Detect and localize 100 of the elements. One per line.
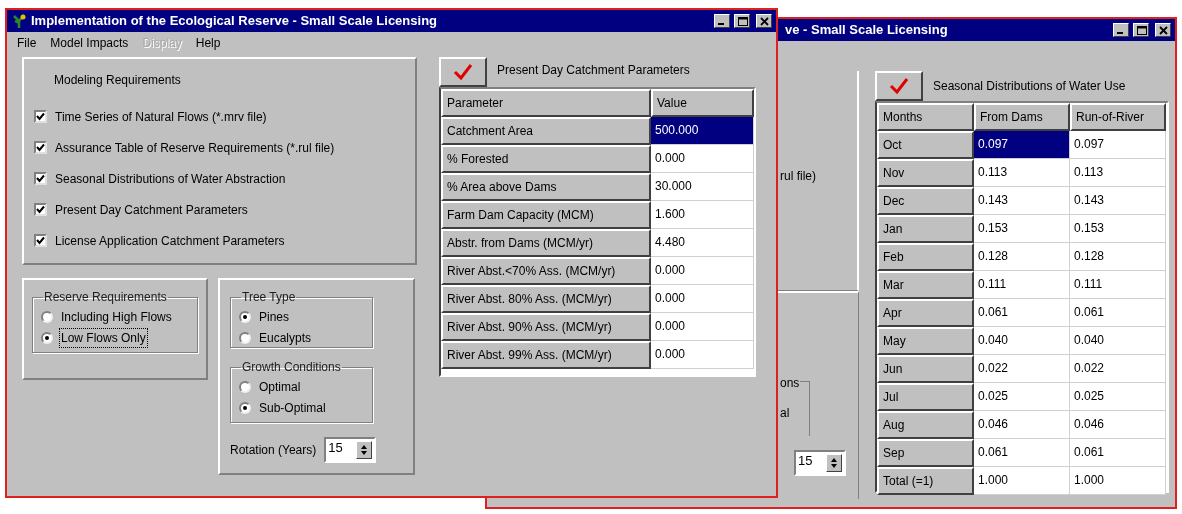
row-header: Total (=1): [877, 467, 974, 495]
group-title: Reserve Requirements: [43, 289, 168, 306]
row-header: Farm Dam Capacity (MCM): [441, 201, 651, 229]
check-button[interactable]: [875, 71, 923, 101]
row-header: River Abst. 80% Ass. (MCM/yr): [441, 285, 651, 313]
checkbox[interactable]: [34, 141, 47, 154]
table-cell[interactable]: 0.153: [974, 215, 1070, 243]
table-cell[interactable]: 0.046: [1070, 411, 1166, 439]
checkbox[interactable]: [34, 110, 47, 123]
row-header: Dec: [877, 187, 974, 215]
row-header: Jul: [877, 383, 974, 411]
table-cell[interactable]: 0.061: [974, 299, 1070, 327]
table-cell[interactable]: 0.022: [974, 355, 1070, 383]
table-cell[interactable]: 0.061: [1070, 299, 1166, 327]
table-cell[interactable]: 0.153: [1070, 215, 1166, 243]
group-title: Growth Conditions: [241, 359, 342, 376]
checkbox-label[interactable]: License Application Catchment Parameters: [55, 231, 285, 250]
checkbox[interactable]: [34, 172, 47, 185]
table-cell[interactable]: 0.000: [651, 341, 754, 369]
radio-label[interactable]: Sub-Optimal: [257, 397, 328, 418]
table-cell[interactable]: 0.111: [1070, 271, 1166, 299]
checkmark-icon: [453, 63, 473, 81]
row-header: River Abst. 99% Ass. (MCM/yr): [441, 341, 651, 369]
minimize-button[interactable]: [1113, 23, 1129, 37]
maximize-button[interactable]: [1133, 23, 1149, 37]
table-cell[interactable]: 0.143: [1070, 187, 1166, 215]
table-cell[interactable]: 0.000: [651, 145, 754, 173]
group-title: Tree Type: [241, 289, 297, 306]
radio-label[interactable]: Optimal: [257, 376, 303, 397]
row-header: May: [877, 327, 974, 355]
section-title: Modeling Requirements: [54, 72, 182, 89]
row-header: Feb: [877, 243, 974, 271]
minimize-icon: [717, 23, 724, 25]
table-cell[interactable]: 0.097: [1070, 131, 1166, 159]
table-cell[interactable]: 1.600: [651, 201, 754, 229]
table-cell[interactable]: 500.000: [651, 117, 754, 145]
maximize-icon: [1134, 23, 1148, 37]
row-header: River Abst. 90% Ass. (MCM/yr): [441, 313, 651, 341]
table-cell[interactable]: 0.113: [1070, 159, 1166, 187]
panel-title: Present Day Catchment Parameters: [497, 62, 690, 79]
row-header: Mar: [877, 271, 974, 299]
menu-item[interactable]: Model Impacts: [50, 34, 129, 52]
spin-arrows-icon[interactable]: [826, 454, 842, 472]
checkbox-label[interactable]: Assurance Table of Reserve Requirements (*.rul file): [55, 138, 335, 157]
spin-box[interactable]: 15: [794, 450, 846, 476]
table-cell[interactable]: 0.022: [1070, 355, 1166, 383]
checkbox[interactable]: [34, 234, 47, 247]
spin-arrows-icon[interactable]: [356, 441, 373, 459]
table-cell[interactable]: 4.480: [651, 229, 754, 257]
maximize-icon: [735, 14, 749, 28]
table-cell[interactable]: 0.000: [651, 313, 754, 341]
check-button[interactable]: [439, 57, 487, 87]
radio-label[interactable]: Eucalypts: [257, 327, 314, 348]
row-header: Catchment Area: [441, 117, 651, 145]
radio-button[interactable]: [239, 380, 251, 393]
radio-label[interactable]: Including High Flows: [59, 306, 174, 327]
table-cell[interactable]: 1.000: [974, 467, 1070, 495]
table-cell[interactable]: 0.143: [974, 187, 1070, 215]
menu-item[interactable]: Help: [195, 34, 221, 52]
spin-box[interactable]: 15: [324, 437, 377, 463]
row-header: Apr: [877, 299, 974, 327]
checkbox-label[interactable]: Seasonal Distributions of Water Abstraction: [55, 169, 286, 188]
radio-button[interactable]: [41, 310, 53, 323]
checkbox-label[interactable]: Present Day Catchment Parameters: [55, 200, 248, 219]
table-cell[interactable]: 0.097: [974, 131, 1070, 159]
table-cell[interactable]: 0.113: [974, 159, 1070, 187]
table-cell[interactable]: 30.000: [651, 173, 754, 201]
radio-button[interactable]: [239, 401, 251, 414]
table-cell[interactable]: 0.025: [974, 383, 1070, 411]
radio-label[interactable]: Pines: [257, 306, 292, 327]
column-header: Value: [651, 89, 754, 117]
table-cell[interactable]: 0.040: [974, 327, 1070, 355]
window-title: Implementation of the Ecological Reserve - Small Scale Licensing: [31, 12, 437, 31]
table-cell[interactable]: 0.040: [1070, 327, 1166, 355]
table-cell[interactable]: 0.128: [974, 243, 1070, 271]
close-button[interactable]: [756, 14, 772, 28]
checkmark-icon: [889, 77, 909, 95]
field-label: Rotation (Years): [230, 442, 317, 459]
close-icon: [757, 14, 771, 28]
radio-button[interactable]: [239, 331, 251, 344]
window-title: ve - Small Scale Licensing: [785, 21, 948, 40]
table-cell[interactable]: 0.046: [974, 411, 1070, 439]
table-cell[interactable]: 0.025: [1070, 383, 1166, 411]
table-cell[interactable]: 0.000: [651, 285, 754, 313]
checkbox[interactable]: [34, 203, 47, 216]
radio-button[interactable]: [239, 310, 251, 323]
radio-button[interactable]: [41, 331, 53, 344]
close-button[interactable]: [1155, 23, 1171, 37]
table-cell[interactable]: 0.111: [974, 271, 1070, 299]
checkbox-label: rul file): [780, 167, 816, 185]
radio-label[interactable]: Low Flows Only: [59, 327, 148, 348]
table-cell[interactable]: 0.128: [1070, 243, 1166, 271]
table-cell[interactable]: 1.000: [1070, 467, 1166, 495]
maximize-button[interactable]: [734, 14, 750, 28]
menu-item[interactable]: File: [17, 34, 37, 52]
checkbox-label[interactable]: Time Series of Natural Flows (*.mrv file): [55, 107, 267, 126]
table-cell[interactable]: 0.061: [974, 439, 1070, 467]
minimize-button[interactable]: [714, 14, 730, 28]
table-cell[interactable]: 0.000: [651, 257, 754, 285]
table-cell[interactable]: 0.061: [1070, 439, 1166, 467]
